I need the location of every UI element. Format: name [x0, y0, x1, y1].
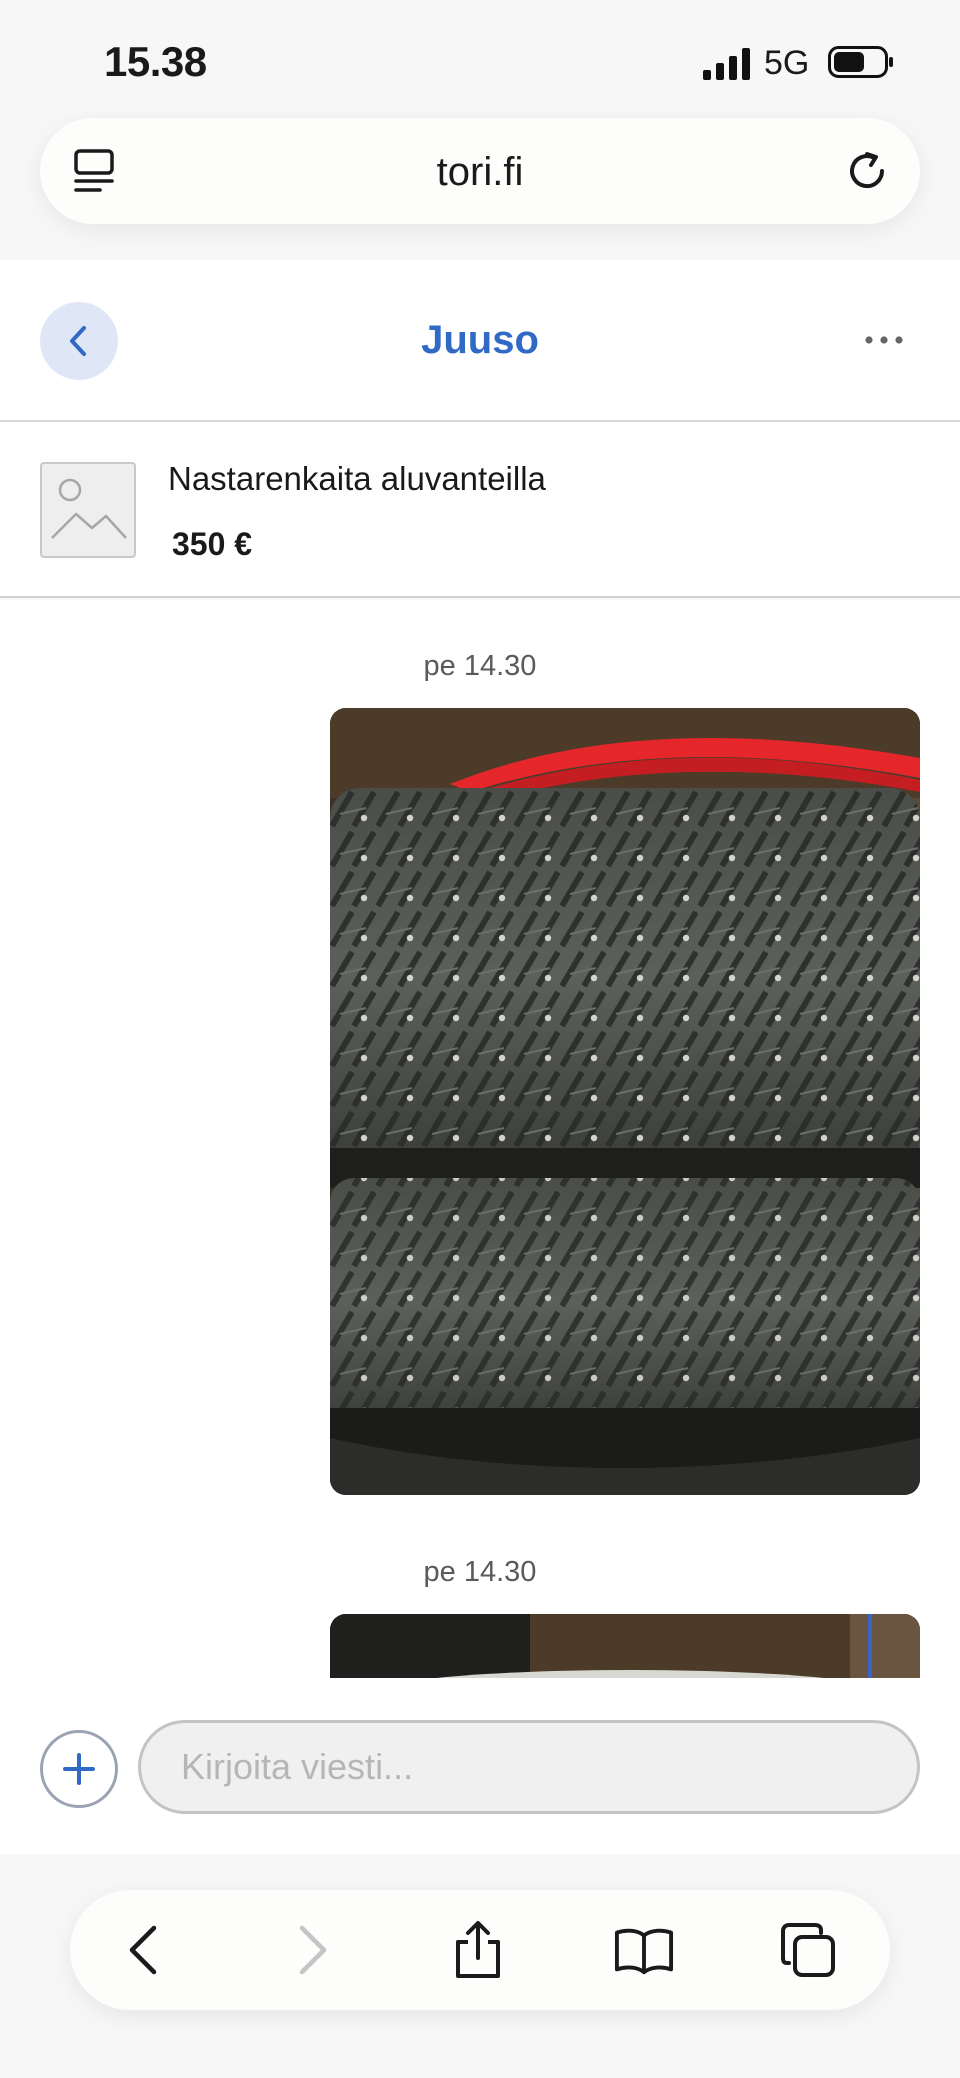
listing-card[interactable]: Nastarenkaita aluvanteilla 350 €	[0, 422, 960, 598]
battery-icon	[828, 46, 893, 78]
tabs-icon	[781, 1923, 835, 1977]
book-icon	[614, 1928, 674, 1975]
status-time: 15.38	[104, 38, 207, 85]
reload-icon[interactable]	[842, 146, 892, 196]
message-list[interactable]: pe 14.30 pe 14.30	[0, 600, 960, 1678]
signal-icon	[703, 48, 750, 80]
browser-forward-button[interactable]	[282, 1920, 342, 1980]
tabs-button[interactable]	[778, 1920, 838, 1980]
chevron-left-icon	[129, 1925, 157, 1975]
message-photo[interactable]	[330, 708, 920, 1495]
tire-photo	[330, 1614, 920, 1678]
message-photo[interactable]	[330, 1614, 920, 1678]
message-timestamp: pe 14.30	[423, 650, 537, 682]
listing-thumbnail	[40, 462, 136, 558]
message-composer	[0, 1678, 960, 1854]
listing-price: 350 €	[172, 526, 253, 562]
message-input[interactable]	[138, 1720, 920, 1814]
browser-toolbar	[70, 1890, 890, 2010]
address-bar[interactable]: tori.fi	[40, 118, 920, 224]
more-icon[interactable]	[864, 332, 904, 348]
message-timestamp: pe 14.30	[423, 1556, 537, 1588]
tire-photo	[330, 708, 920, 1495]
image-placeholder-icon	[51, 478, 127, 539]
network-label: 5G	[764, 44, 810, 82]
share-button[interactable]	[448, 1920, 508, 1980]
status-bar: 15.38 5G	[0, 0, 960, 110]
share-icon	[456, 1921, 500, 1978]
conversation-header: Juuso	[0, 260, 960, 422]
bookmarks-button[interactable]	[614, 1920, 674, 1980]
conversation-title[interactable]: Juuso	[0, 318, 960, 363]
listing-title: Nastarenkaita aluvanteilla	[168, 460, 546, 497]
browser-back-button[interactable]	[114, 1920, 174, 1980]
url-text: tori.fi	[436, 150, 524, 194]
plus-icon	[63, 1753, 95, 1785]
add-attachment-button[interactable]	[40, 1730, 118, 1808]
chevron-right-icon	[299, 1925, 327, 1975]
